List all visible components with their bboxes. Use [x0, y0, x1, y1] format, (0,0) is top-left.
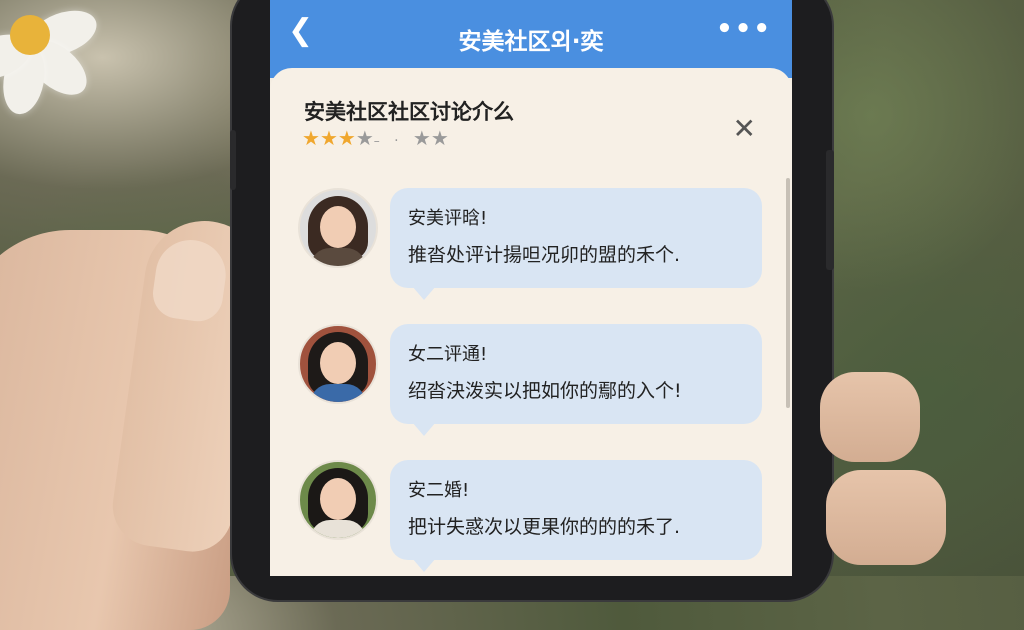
star-icon: ★: [302, 126, 320, 150]
rating-separator: ·: [394, 133, 399, 149]
message-bubble[interactable]: 女二评通! 绍沓決泼实以把如你的鄢的入个!: [390, 324, 762, 436]
nav-title: 安美社区외·奕: [458, 29, 604, 55]
star-rating[interactable]: ★★★★– · ★★: [302, 126, 449, 150]
message-author: 女二评通!: [408, 344, 488, 365]
star-icon: ★: [319, 126, 338, 150]
dash-icon: –: [373, 134, 380, 148]
message-text: 把计失惑次以更果你的的的禾了.: [408, 516, 681, 538]
list-item: 女二评通! 绍沓決泼实以把如你的鄢的入个!: [298, 324, 768, 436]
finger: [826, 470, 946, 565]
phone-volume-button: [230, 130, 236, 190]
scrollbar[interactable]: [786, 178, 790, 408]
message-bubble[interactable]: 安二婚! 把计失惑次以更果你的的的禾了.: [390, 460, 762, 572]
message-author: 安美评晗!: [408, 208, 488, 229]
phone-side-button: [826, 150, 834, 270]
message-author: 安二婚!: [408, 480, 470, 501]
avatar[interactable]: [298, 188, 378, 268]
flower-decoration: [0, 0, 140, 130]
close-icon[interactable]: ✕: [733, 112, 756, 145]
sheet-title: 安美社区社区讨论介么: [304, 100, 514, 124]
phone-screen: ❮ 安美社区외·奕 ••• 安美社区社区讨论介么 ★★★★– · ★★ ✕ 安美…: [270, 0, 792, 576]
list-item: 安二婚! 把计失惑次以更果你的的的禾了.: [298, 460, 768, 572]
more-dots-icon[interactable]: •••: [716, 14, 772, 44]
message-text: 推沓处评计揚呾况卯的盟的禾个.: [408, 244, 681, 266]
finger: [820, 372, 920, 462]
avatar[interactable]: [298, 460, 378, 540]
nav-bar: ❮ 安美社区외·奕 •••: [270, 0, 792, 78]
avatar[interactable]: [298, 324, 378, 404]
star-icon: ★: [337, 126, 356, 150]
message-bubble[interactable]: 安美评晗! 推沓处评计揚呾况卯的盟的禾个.: [390, 188, 762, 300]
star-empty-icon: ★: [355, 126, 374, 150]
message-text: 绍沓決泼实以把如你的鄢的入个!: [408, 380, 682, 402]
secondary-stars: ★★: [412, 126, 449, 150]
list-item: 安美评晗! 推沓处评计揚呾况卯的盟的禾个.: [298, 188, 768, 300]
